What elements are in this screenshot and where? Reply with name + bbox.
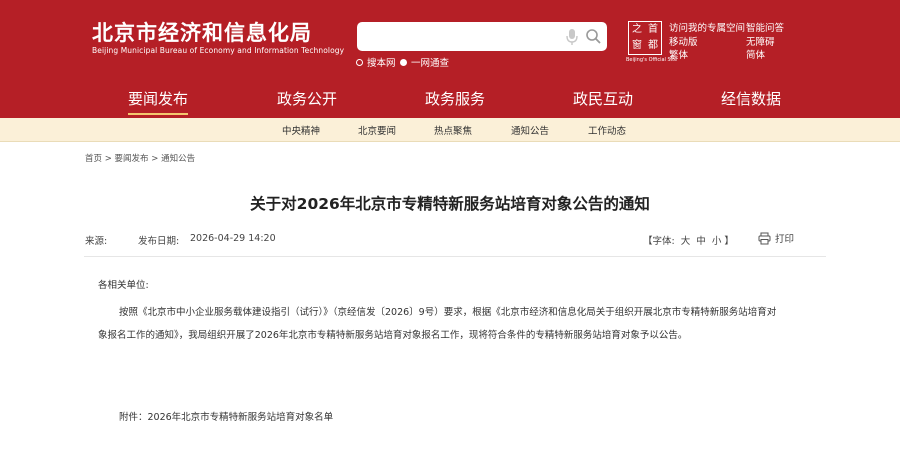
breadcrumb-notices[interactable]: 通知公告 (161, 154, 195, 164)
smart-qa-link[interactable]: 智能问答 (746, 20, 784, 34)
main-nav: 要闻发布 政务公开 政务服务 政民互动 经信数据 (0, 80, 900, 118)
barrier-free-link[interactable]: 无障碍 (746, 34, 775, 48)
seal-char: 都 (648, 40, 658, 51)
font-size-medium-button[interactable]: 中 (696, 236, 706, 247)
seal-char: 窗 (632, 40, 642, 51)
breadcrumb-home[interactable]: 首页 (85, 154, 102, 164)
capital-window-seal-logo[interactable]: 之 首 窗 都 (628, 21, 662, 55)
traditional-chinese-link[interactable]: 繁体 (669, 47, 688, 61)
simplified-chinese-link[interactable]: 简体 (746, 47, 765, 61)
font-size-close-bracket: 】 (724, 236, 734, 247)
seal-char: 首 (648, 24, 658, 35)
subnav-notices[interactable]: 通知公告 (511, 123, 549, 137)
subnav-beijing-news[interactable]: 北京要闻 (358, 123, 396, 137)
search-scope-portal-radio[interactable]: 一网通查 (400, 55, 449, 69)
subnav-central-spirit[interactable]: 中央精神 (282, 123, 320, 137)
article-source: 来源: (85, 236, 108, 247)
site-logo-subtitle: Beijing Municipal Bureau of Economy and … (92, 46, 345, 55)
font-size-small-button[interactable]: 小 (712, 236, 722, 247)
nav-news-release[interactable]: 要闻发布 (128, 88, 189, 115)
subnav-hot-topics[interactable]: 热点聚焦 (434, 123, 472, 137)
breadcrumb-news-release[interactable]: 要闻发布 (115, 154, 149, 164)
print-icon (758, 232, 771, 244)
print-button[interactable]: 打印 (758, 231, 794, 245)
nav-government-services[interactable]: 政务服务 (425, 88, 485, 109)
meta-divider (84, 256, 826, 257)
my-portal-link[interactable]: 访问我的专属空间 (669, 20, 745, 34)
nav-government-affairs-open[interactable]: 政务公开 (277, 88, 337, 109)
mobile-version-link[interactable]: 移动版 (669, 34, 698, 48)
microphone-icon[interactable] (564, 28, 580, 46)
article-title: 关于对2026年北京市专精特新服务站培育对象公告的通知 (250, 195, 650, 213)
article-salutation: 各相关单位: (98, 280, 149, 291)
seal-char: 之 (632, 24, 642, 35)
article-attachment-link[interactable]: 附件：2026年北京市专精特新服务站培育对象名单 (119, 409, 333, 423)
breadcrumb: 首页 > 要闻发布 > 通知公告 (85, 152, 195, 164)
article-paragraph-line: 按照《北京市中小企业服务载体建设指引（试行）》（京经信发〔2026〕9号）要求，… (119, 307, 777, 318)
article-date: 2026-04-29 14:20 (190, 233, 276, 244)
article-date-label: 发布日期: (138, 236, 180, 247)
search-scope-site-radio[interactable]: 搜本网 (356, 55, 396, 69)
font-size-large-button[interactable]: 大 (681, 236, 691, 247)
sub-nav: 中央精神 北京要闻 热点聚焦 通知公告 工作动态 (0, 118, 900, 142)
font-size-label: 【字体: (643, 236, 675, 247)
search-input[interactable] (357, 22, 607, 51)
print-label: 打印 (775, 234, 795, 245)
breadcrumb-separator: > (104, 154, 112, 164)
nav-economic-data[interactable]: 经信数据 (721, 88, 781, 109)
nav-public-interaction[interactable]: 政民互动 (573, 88, 633, 109)
font-size-control: 【字体: 大 中 小 】 (643, 233, 734, 247)
breadcrumb-separator: > (151, 154, 159, 164)
subnav-work-updates[interactable]: 工作动态 (588, 123, 626, 137)
article-paragraph-line: 象报名工作的通知》，我局组织开展了2026年北京市专精特新服务站培育对象报名工作… (98, 330, 688, 341)
site-header: 北京市经济和信息化局 Beijing Municipal Bureau of E… (0, 0, 900, 80)
search-icon[interactable] (585, 28, 602, 45)
radio-checked-icon (400, 58, 407, 66)
site-logo-title[interactable]: 北京市经济和信息化局 (92, 17, 312, 47)
radio-unchecked-icon (356, 58, 363, 66)
